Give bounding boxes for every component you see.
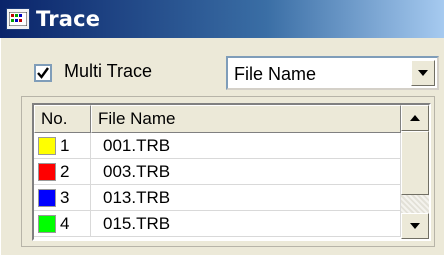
list-header: No. File Name [34,105,401,133]
row-number: 2 [60,161,70,181]
row-no-cell: 2 [34,159,91,184]
title-bar: Trace [0,0,444,38]
color-swatch [38,214,56,233]
chevron-up-icon [410,115,420,121]
list-rows: 1 001.TRB 2 003.TRB 3 013.TRB 4 015.TRB [34,133,401,237]
row-no-cell: 1 [34,133,91,158]
dropdown-button[interactable] [411,60,435,86]
sort-dropdown[interactable]: File Name [226,56,439,90]
column-header-file-name[interactable]: File Name [91,105,401,133]
table-row[interactable]: 1 001.TRB [34,133,401,159]
multi-trace-checkbox[interactable] [34,64,52,82]
row-no-cell: 3 [34,185,91,210]
scroll-thumb[interactable] [401,131,429,195]
color-swatch [38,162,56,181]
table-row[interactable]: 4 015.TRB [34,211,401,237]
column-header-no[interactable]: No. [34,105,91,133]
row-file-name: 003.TRB [91,159,401,184]
table-row[interactable]: 2 003.TRB [34,159,401,185]
row-file-name: 015.TRB [91,211,401,236]
color-swatch [38,188,56,207]
table-row[interactable]: 3 013.TRB [34,185,401,211]
chevron-down-icon [418,70,428,76]
sort-dropdown-value: File Name [234,64,317,84]
row-no-cell: 4 [34,211,91,236]
row-file-name: 001.TRB [91,133,401,158]
row-file-name: 013.TRB [91,185,401,210]
scroll-down-button[interactable] [401,213,429,239]
checkmark-icon [37,67,49,79]
vertical-scrollbar[interactable] [401,105,429,239]
color-swatch [38,136,56,155]
multi-trace-label[interactable]: Multi Trace [64,61,152,82]
window-title: Trace [36,7,101,31]
row-number: 4 [60,213,70,233]
trace-list: No. File Name 1 001.TRB 2 003.TRB 3 013.… [32,103,431,241]
chevron-down-icon [410,223,420,229]
row-number: 1 [60,135,70,155]
trace-app-icon [6,8,30,30]
scroll-up-button[interactable] [401,105,429,131]
row-number: 3 [60,187,70,207]
